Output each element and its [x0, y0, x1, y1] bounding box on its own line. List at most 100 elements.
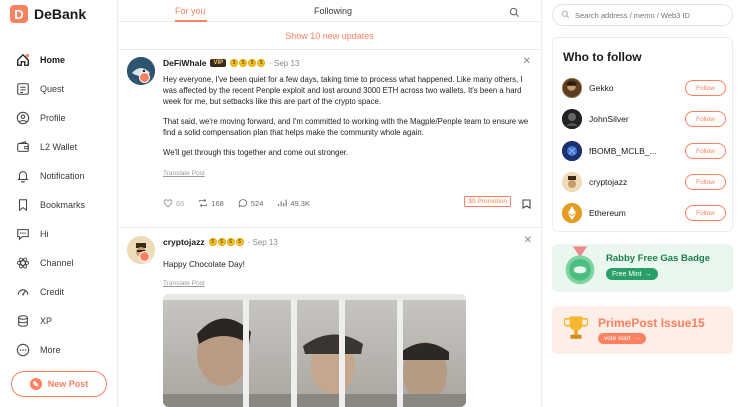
profile-icon: [16, 111, 30, 125]
avatar[interactable]: [562, 78, 582, 98]
search-icon: [561, 10, 570, 21]
button-label: Free Mint: [612, 270, 642, 278]
rabby-gas-badge-banner[interactable]: Rabby Free Gas Badge Free Mint →: [552, 244, 733, 292]
sidebar-item-l2-wallet[interactable]: L2 Wallet: [0, 132, 118, 161]
post-header: DeFiWhale VIP $ $ $ $ · Sep 13: [163, 58, 299, 68]
vip-badge: VIP: [210, 59, 227, 67]
free-mint-button[interactable]: Free Mint →: [606, 268, 658, 280]
sidebar-item-label: Home: [40, 54, 66, 65]
verified-badge-icon: [139, 251, 150, 262]
follow-button[interactable]: Follow: [685, 80, 726, 96]
banner-title: Rabby Free Gas Badge: [606, 253, 711, 264]
translate-post-link[interactable]: Translate Post: [163, 280, 205, 287]
follow-suggestion[interactable]: Ethereum Follow: [562, 202, 726, 224]
sidebar-item-notification[interactable]: Notification: [0, 161, 118, 190]
sidebar-nav: Home Quest Profile L2 Wallet Notificatio…: [0, 45, 118, 364]
post-actions: 65 168 524 49.3K: [163, 198, 324, 208]
sidebar-item-quest[interactable]: Quest: [0, 74, 118, 103]
sidebar-item-more[interactable]: More: [0, 335, 118, 364]
sidebar-item-xp[interactable]: XP: [0, 306, 118, 335]
suggestion-name[interactable]: cryptojazz: [589, 177, 674, 187]
address-search[interactable]: [552, 4, 733, 26]
vote-start-button[interactable]: vote start →: [598, 333, 647, 344]
post-body: Happy Chocolate Day! Translate Post: [163, 259, 533, 289]
like-count: 65: [176, 198, 185, 208]
app-name: DeBank: [34, 6, 87, 22]
left-sidebar: D DeBank Home Quest Profile L2 Wallet No…: [0, 0, 118, 407]
banner-title: PrimePost Issue15: [598, 316, 705, 330]
avatar[interactable]: [562, 172, 582, 192]
post-image[interactable]: [163, 294, 466, 407]
arrow-right-icon: →: [633, 335, 641, 342]
coin-icon: $: [239, 59, 248, 67]
sidebar-item-label: Credit: [40, 286, 65, 297]
coin-icon: $: [230, 59, 239, 67]
search-icon[interactable]: [509, 5, 521, 18]
sidebar-item-label: More: [40, 344, 61, 355]
new-post-button[interactable]: ✎ New Post: [11, 371, 107, 397]
atom-icon: [16, 256, 30, 270]
coin-icon: $: [217, 238, 226, 246]
tab-following[interactable]: Following: [314, 6, 352, 16]
follow-suggestion[interactable]: Gekko Follow: [562, 77, 726, 99]
feed-tabs: For you Following: [118, 0, 541, 22]
follow-suggestion[interactable]: fBOMB_MCLB_... Follow: [562, 140, 726, 162]
author-name[interactable]: cryptojazz: [163, 237, 205, 247]
follow-button[interactable]: Follow: [685, 205, 726, 221]
comment-button[interactable]: 524: [238, 198, 263, 208]
more-icon: [16, 343, 30, 357]
new-post-label: New Post: [47, 379, 89, 389]
repost-button[interactable]: 168: [198, 198, 224, 208]
author-name[interactable]: DeFiWhale: [163, 58, 206, 68]
wallet-icon: [16, 140, 30, 154]
badge-medal-icon: [565, 246, 595, 285]
post-card[interactable]: DeFiWhale VIP $ $ $ $ · Sep 13 ✕ Hey eve…: [118, 50, 541, 228]
follow-button[interactable]: Follow: [685, 111, 726, 127]
sidebar-item-label: Quest: [40, 83, 65, 94]
who-to-follow-title: Who to follow: [563, 50, 642, 64]
bookmark-icon[interactable]: [522, 196, 531, 209]
logo[interactable]: D DeBank: [10, 5, 86, 23]
suggestion-name[interactable]: Ethereum: [589, 208, 674, 218]
verified-badge-icon: [139, 72, 150, 83]
suggestion-name[interactable]: fBOMB_MCLB_...: [589, 146, 674, 156]
coin-icon: $: [208, 238, 217, 246]
suggestion-name[interactable]: JohnSilver: [589, 114, 674, 124]
coin-icon: $: [248, 59, 257, 67]
show-new-updates-button[interactable]: Show 10 new updates: [118, 22, 541, 50]
tab-for-you[interactable]: For you: [175, 6, 206, 16]
sidebar-item-profile[interactable]: Profile: [0, 103, 118, 132]
primepost-banner[interactable]: PrimePost Issue15 vote start →: [552, 306, 733, 354]
follow-suggestion[interactable]: cryptojazz Follow: [562, 171, 726, 193]
sidebar-item-home[interactable]: Home: [0, 45, 118, 74]
home-icon: [16, 53, 30, 67]
sidebar-item-bookmarks[interactable]: Bookmarks: [0, 190, 118, 219]
search-input[interactable]: [575, 10, 725, 20]
sidebar-item-label: Notification: [40, 170, 85, 181]
post-paragraph: We'll get through this together and come…: [163, 148, 349, 157]
like-button[interactable]: 65: [163, 198, 184, 208]
suggestion-name[interactable]: Gekko: [589, 83, 674, 93]
chat-icon: [16, 227, 30, 241]
follow-suggestion[interactable]: JohnSilver Follow: [562, 108, 726, 130]
sidebar-item-hi[interactable]: Hi: [0, 219, 118, 248]
close-icon[interactable]: ✕: [523, 56, 531, 67]
post-body: Hey everyone, I've been quiet for a few …: [163, 74, 533, 179]
sidebar-item-credit[interactable]: Credit: [0, 277, 118, 306]
close-icon[interactable]: ✕: [524, 235, 532, 246]
avatar[interactable]: [562, 109, 582, 129]
avatar[interactable]: [562, 203, 582, 223]
promotion-badge[interactable]: $9 Promotion: [464, 196, 511, 207]
trophy-icon: [564, 316, 588, 339]
post-date: · Sep 13: [247, 237, 278, 247]
sidebar-item-label: Profile: [40, 112, 66, 123]
translate-post-link[interactable]: Translate Post: [163, 170, 205, 177]
repost-count: 168: [211, 198, 224, 208]
follow-button[interactable]: Follow: [685, 174, 726, 190]
post-paragraph: Hey everyone, I've been quiet for a few …: [163, 75, 523, 106]
avatar[interactable]: [562, 141, 582, 161]
post-card[interactable]: cryptojazz $ $ $ $ · Sep 13 ✕ Happy Choc…: [118, 229, 541, 407]
sidebar-item-channel[interactable]: Channel: [0, 248, 118, 277]
bookmark-icon: [16, 198, 30, 212]
follow-button[interactable]: Follow: [685, 143, 726, 159]
